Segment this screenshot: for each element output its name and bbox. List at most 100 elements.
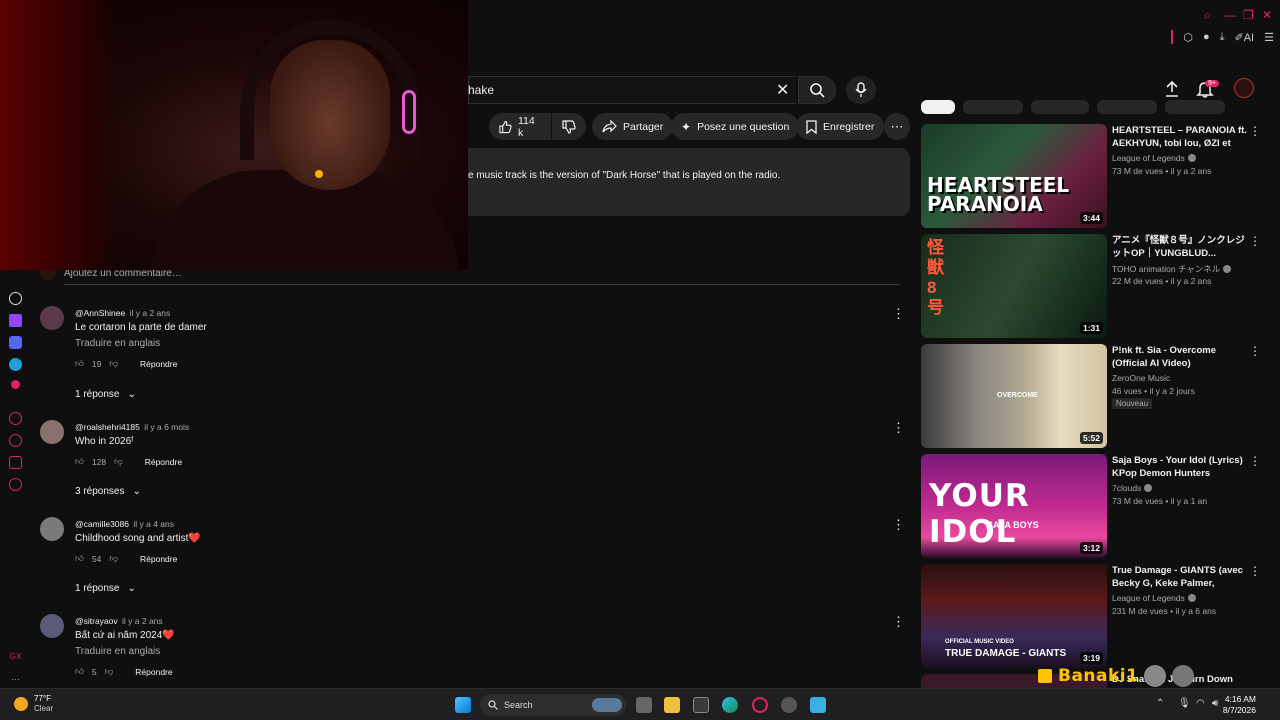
chip[interactable]: [1097, 100, 1157, 114]
youtube-icon[interactable]: [11, 380, 20, 389]
avatar[interactable]: [40, 517, 64, 541]
thumbs-up-icon[interactable]: 👍︎: [75, 553, 84, 564]
recommended-video[interactable]: HEARTSTEEL PARANOIA 3:44 HEARTSTEEL – PA…: [921, 124, 1261, 228]
gx-icon[interactable]: GX: [9, 650, 22, 663]
opera-gx-icon[interactable]: [752, 697, 768, 713]
author-name[interactable]: @sitrayaov: [75, 616, 118, 626]
reply-button[interactable]: Répondre: [145, 457, 182, 467]
twitch-icon[interactable]: [9, 314, 22, 327]
like-button[interactable]: 114 k: [489, 113, 551, 140]
replies-toggle[interactable]: 1 réponse ⌄: [75, 583, 136, 594]
dislike-button[interactable]: [552, 113, 586, 140]
profile-icon[interactable]: ●: [1203, 31, 1210, 43]
search-button[interactable]: [798, 76, 836, 104]
translate-link[interactable]: Traduire en anglais: [75, 338, 160, 349]
channel-label[interactable]: 7clouds: [1112, 483, 1141, 493]
video-title[interactable]: True Damage - GIANTS (avec Becky G, Keke…: [1112, 564, 1248, 590]
player-icon[interactable]: [9, 412, 22, 425]
telegram-icon[interactable]: [9, 358, 22, 371]
close-icon[interactable]: ✕: [1262, 8, 1272, 22]
start-icon[interactable]: [455, 697, 471, 713]
thumbs-down-icon[interactable]: 👎︎: [109, 358, 118, 369]
channel-label[interactable]: League of Legends: [1112, 593, 1185, 603]
minimize-icon[interactable]: —: [1224, 8, 1236, 22]
discord-icon[interactable]: [9, 336, 22, 349]
video-menu-icon[interactable]: ⋮: [1249, 564, 1261, 578]
chatgpt-icon[interactable]: [9, 292, 22, 305]
download-icon[interactable]: ⤓: [1220, 31, 1225, 44]
channel-label[interactable]: TOHO animation チャンネル: [1112, 264, 1220, 274]
channel-name[interactable]: TOHO animation チャンネル: [1112, 263, 1232, 275]
reply-button[interactable]: Répondre: [140, 554, 177, 564]
thumbs-down-icon[interactable]: 👎︎: [114, 456, 123, 467]
video-thumbnail[interactable]: 怪獣8号 1:31: [921, 234, 1107, 338]
settings-icon[interactable]: [9, 478, 22, 491]
more-actions-button[interactable]: ⋯: [884, 113, 910, 140]
clear-search-icon[interactable]: ✕: [776, 80, 789, 100]
video-title[interactable]: P!nk ft. Sia - Overcome (Official AI Vid…: [1112, 344, 1248, 370]
weather-widget[interactable]: 77°F Clear: [14, 694, 53, 714]
chip[interactable]: [963, 100, 1023, 114]
microphone-icon[interactable]: 🎙︎: [1178, 698, 1191, 709]
voice-search-button[interactable]: [846, 76, 876, 104]
video-title[interactable]: アニメ『怪獣８号』ノンクレジットOP｜YUNGBLUD...: [1112, 234, 1248, 260]
recommended-video[interactable]: OFFICIAL MUSIC VIDEO TRUE DAMAGE - GIANT…: [921, 564, 1261, 668]
extensions-icon[interactable]: [9, 456, 22, 469]
ai-icon[interactable]: ✐AI: [1235, 31, 1255, 44]
history-icon[interactable]: [9, 434, 22, 447]
replies-toggle[interactable]: 3 réponses ⌄: [75, 486, 141, 497]
app-icon[interactable]: [781, 697, 797, 713]
search-input[interactable]: [468, 76, 796, 104]
author-name[interactable]: @camille3086: [75, 519, 129, 529]
recommended-video[interactable]: 怪獣8号 1:31 アニメ『怪獣８号』ノンクレジットOP｜YUNGBLUD...…: [921, 234, 1261, 338]
thumbs-up-icon[interactable]: 👍︎: [75, 666, 84, 677]
comment-author[interactable]: @camille3086 il y a 4 ans: [75, 519, 174, 529]
video-menu-icon[interactable]: ⋮: [1249, 124, 1261, 138]
video-menu-icon[interactable]: ⋮: [1249, 454, 1261, 468]
edge-icon[interactable]: [722, 697, 738, 713]
recommended-video[interactable]: OVERCOME 5:52 P!nk ft. Sia - Overcome (O…: [921, 344, 1261, 448]
video-thumbnail[interactable]: YOUR IDOL SAJA BOYS 3:12: [921, 454, 1107, 558]
description-box[interactable]: [468, 148, 910, 216]
comment-menu-icon[interactable]: ⋮: [892, 614, 905, 630]
thumbs-down-icon[interactable]: 👎︎: [109, 553, 118, 564]
thumbs-up-icon[interactable]: 👍︎: [75, 456, 84, 467]
video-menu-icon[interactable]: ⋮: [1249, 234, 1261, 248]
comment-menu-icon[interactable]: ⋮: [892, 517, 905, 533]
recommended-video[interactable]: YOUR IDOL SAJA BOYS 3:12 Saja Boys - You…: [921, 454, 1261, 558]
chevron-up-icon[interactable]: ⌃: [1156, 698, 1164, 709]
reply-button[interactable]: Répondre: [140, 359, 177, 369]
store-icon[interactable]: [693, 697, 709, 713]
maximize-icon[interactable]: ❐: [1243, 8, 1254, 22]
chip[interactable]: [1165, 100, 1225, 114]
menu-icon[interactable]: ☰: [1264, 31, 1274, 44]
clock[interactable]: 4:16 AM 8/7/2026: [1223, 694, 1256, 716]
reply-button[interactable]: Répondre: [135, 667, 172, 677]
channel-name[interactable]: League of Legends: [1112, 153, 1196, 163]
notepad-icon[interactable]: [810, 697, 826, 713]
comment-menu-icon[interactable]: ⋮: [892, 420, 905, 436]
search-icon[interactable]: ⌕: [1204, 8, 1211, 23]
avatar[interactable]: [40, 306, 64, 330]
chip[interactable]: [1031, 100, 1089, 114]
replies-toggle[interactable]: 1 réponse ⌄: [75, 389, 136, 400]
save-button[interactable]: Enregistrer: [796, 113, 885, 140]
author-name[interactable]: @AnnShinee: [75, 308, 125, 318]
wifi-icon[interactable]: ◠: [1196, 698, 1205, 709]
extension-icon[interactable]: ⬡: [1183, 31, 1193, 44]
video-thumbnail[interactable]: OVERCOME 5:52: [921, 344, 1107, 448]
video-thumbnail[interactable]: OFFICIAL MUSIC VIDEO TRUE DAMAGE - GIANT…: [921, 564, 1107, 668]
video-menu-icon[interactable]: ⋮: [1249, 344, 1261, 358]
more-icon[interactable]: …: [9, 670, 22, 683]
channel-name[interactable]: League of Legends: [1112, 593, 1196, 603]
chip[interactable]: [921, 100, 955, 114]
task-view-icon[interactable]: [636, 697, 652, 713]
file-explorer-icon[interactable]: [664, 697, 680, 713]
share-button[interactable]: Partager: [592, 113, 674, 140]
volume-icon[interactable]: 🔊︎: [1212, 698, 1218, 709]
author-name[interactable]: @roalshehri4185: [75, 422, 140, 432]
taskbar-search[interactable]: Search: [480, 694, 626, 716]
avatar[interactable]: [1234, 78, 1254, 98]
ask-button[interactable]: ✦ Posez une question: [671, 113, 800, 140]
video-title[interactable]: Saja Boys - Your Idol (Lyrics) KPop Demo…: [1112, 454, 1248, 480]
